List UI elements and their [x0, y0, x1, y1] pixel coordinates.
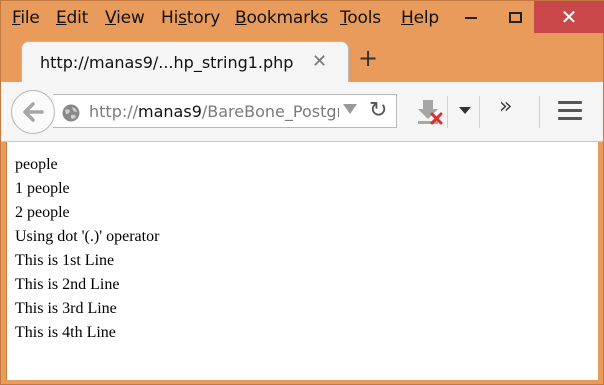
menu-edit[interactable]: Edit [56, 8, 88, 28]
page-text: people 1 people 2 people Using dot '(.)'… [15, 155, 159, 347]
menu-bookmarks[interactable]: Bookmarks [235, 8, 328, 28]
minimize-icon [465, 17, 477, 19]
menu-bar: File Edit View History Bookmarks Tools H… [1, 1, 604, 37]
reload-icon[interactable]: ↻ [369, 98, 387, 123]
content-line: This is 3rd Line [15, 300, 117, 317]
url-history-dropdown-icon[interactable] [343, 104, 357, 114]
url-text[interactable]: http://manas9/BareBone_Postgres/php_stri… [89, 102, 339, 121]
tab-close-icon[interactable]: ✕ [312, 51, 327, 72]
close-window-button[interactable]: ✕ [534, 1, 604, 33]
menu-file[interactable]: File [12, 8, 40, 28]
minimize-button[interactable] [448, 1, 494, 33]
new-tab-button[interactable]: + [358, 46, 378, 70]
toolbar-separator [539, 96, 540, 128]
menu-help[interactable]: Help [401, 8, 439, 28]
menu-tools[interactable]: Tools [340, 8, 381, 28]
content-line: 1 people [15, 180, 70, 197]
url-bar[interactable]: http://manas9/BareBone_Postgres/php_stri… [53, 94, 397, 128]
browser-window: File Edit View History Bookmarks Tools H… [0, 0, 604, 385]
content-line: 2 people [15, 204, 70, 221]
chevron-down-icon[interactable] [459, 107, 471, 114]
content-line: Using dot '(.)' operator [15, 228, 160, 245]
toolbar-separator [479, 96, 480, 128]
content-line: people [15, 156, 58, 173]
menu-history[interactable]: History [161, 8, 220, 28]
content-line: This is 4th Line [15, 324, 116, 341]
content-line: This is 2nd Line [15, 276, 120, 293]
toolbar-separator [447, 96, 448, 128]
download-icon[interactable] [417, 98, 443, 126]
overflow-icon[interactable]: » [499, 94, 513, 119]
page-content: people 1 people 2 people Using dot '(.)'… [6, 142, 598, 380]
navigation-toolbar: http://manas9/BareBone_Postgres/php_stri… [1, 82, 603, 142]
tab-title: http://manas9/...hp_string1.php [40, 53, 294, 72]
close-icon: ✕ [560, 5, 578, 29]
menu-view[interactable]: View [105, 8, 145, 28]
maximize-button[interactable] [492, 1, 538, 33]
maximize-icon [508, 11, 522, 23]
content-line: This is 1st Line [15, 252, 115, 269]
tab-active[interactable]: http://manas9/...hp_string1.php ✕ [21, 41, 349, 83]
globe-icon [62, 104, 80, 122]
back-button[interactable] [11, 90, 55, 134]
back-arrow-icon [23, 102, 44, 122]
hamburger-menu-icon[interactable] [558, 101, 582, 125]
